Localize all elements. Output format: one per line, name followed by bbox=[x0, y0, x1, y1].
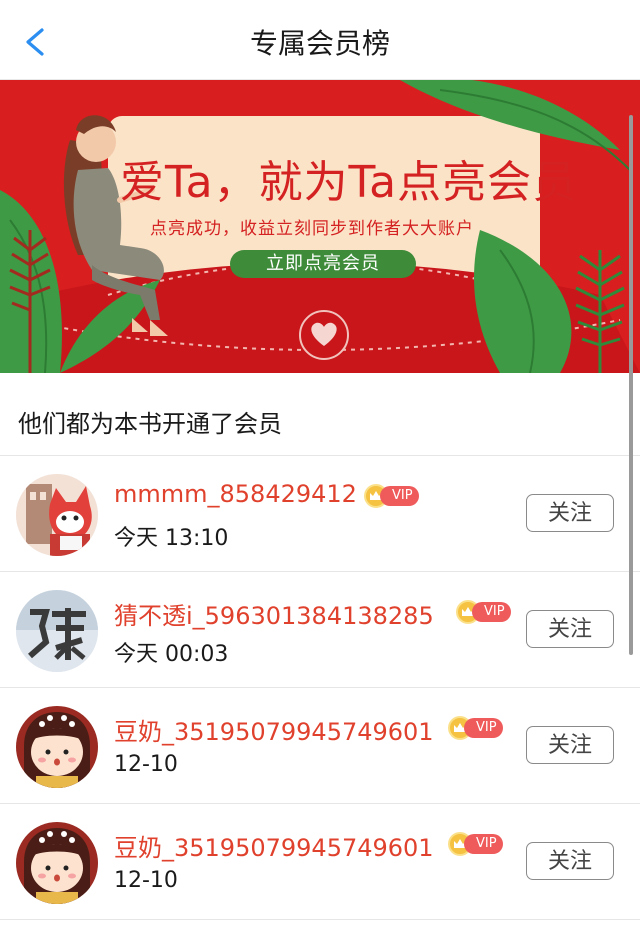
section-title: 他们都为本书开通了会员 bbox=[18, 410, 282, 438]
scrollbar[interactable] bbox=[629, 115, 633, 655]
banner-title: 爱Ta，就为Ta点亮会员 bbox=[120, 157, 578, 208]
vip-label: VIP bbox=[464, 834, 503, 854]
member-name[interactable]: 豆奶_35195079945749601 bbox=[114, 828, 434, 863]
member-row[interactable]: 豆奶_35195079945749601 VIP 12-10 关注 bbox=[0, 804, 640, 920]
avatar[interactable] bbox=[16, 822, 98, 904]
member-time: 今天 13:10 bbox=[114, 526, 229, 551]
member-name[interactable]: 猜不透i_596301384138285 bbox=[114, 596, 434, 631]
follow-button[interactable]: 关注 bbox=[526, 610, 614, 648]
member-time: 今天 00:03 bbox=[114, 642, 229, 667]
fox-avatar-icon bbox=[16, 474, 98, 556]
avatar[interactable] bbox=[16, 474, 98, 556]
follow-button[interactable]: 关注 bbox=[526, 726, 614, 764]
member-row[interactable]: 猜不透i_596301384138285 VIP 今天 00:03 关注 bbox=[0, 572, 640, 688]
promo-banner[interactable]: 爱Ta，就为Ta点亮会员 点亮成功，收益立刻同步到作者大大账户 立即点亮会员 bbox=[0, 80, 640, 373]
light-up-membership-button[interactable]: 立即点亮会员 bbox=[230, 250, 416, 278]
member-row[interactable]: mmmm_858429412 VIP 今天 13:10 关注 bbox=[0, 456, 640, 572]
follow-button[interactable]: 关注 bbox=[526, 842, 614, 880]
member-time: 12-10 bbox=[114, 752, 178, 777]
vip-label: VIP bbox=[380, 486, 419, 506]
member-name[interactable]: mmmm_858429412 bbox=[114, 480, 357, 508]
member-row[interactable]: 豆奶_35195079945749601 VIP 12-10 关注 bbox=[0, 688, 640, 804]
nav-bar: 专属会员榜 bbox=[0, 0, 640, 80]
member-name[interactable]: 豆奶_35195079945749601 bbox=[114, 712, 434, 747]
avatar[interactable] bbox=[16, 590, 98, 672]
chen-character-avatar-icon bbox=[16, 590, 98, 672]
banner-subtitle: 点亮成功，收益立刻同步到作者大大账户 bbox=[150, 219, 474, 239]
cartoon-girl-avatar-icon bbox=[16, 822, 98, 904]
member-time: 12-10 bbox=[114, 868, 178, 893]
avatar[interactable] bbox=[16, 706, 98, 788]
vip-label: VIP bbox=[464, 718, 503, 738]
vip-label: VIP bbox=[472, 602, 511, 622]
follow-button[interactable]: 关注 bbox=[526, 494, 614, 532]
cartoon-girl-avatar-icon bbox=[16, 706, 98, 788]
page-title: 专属会员榜 bbox=[249, 27, 390, 60]
